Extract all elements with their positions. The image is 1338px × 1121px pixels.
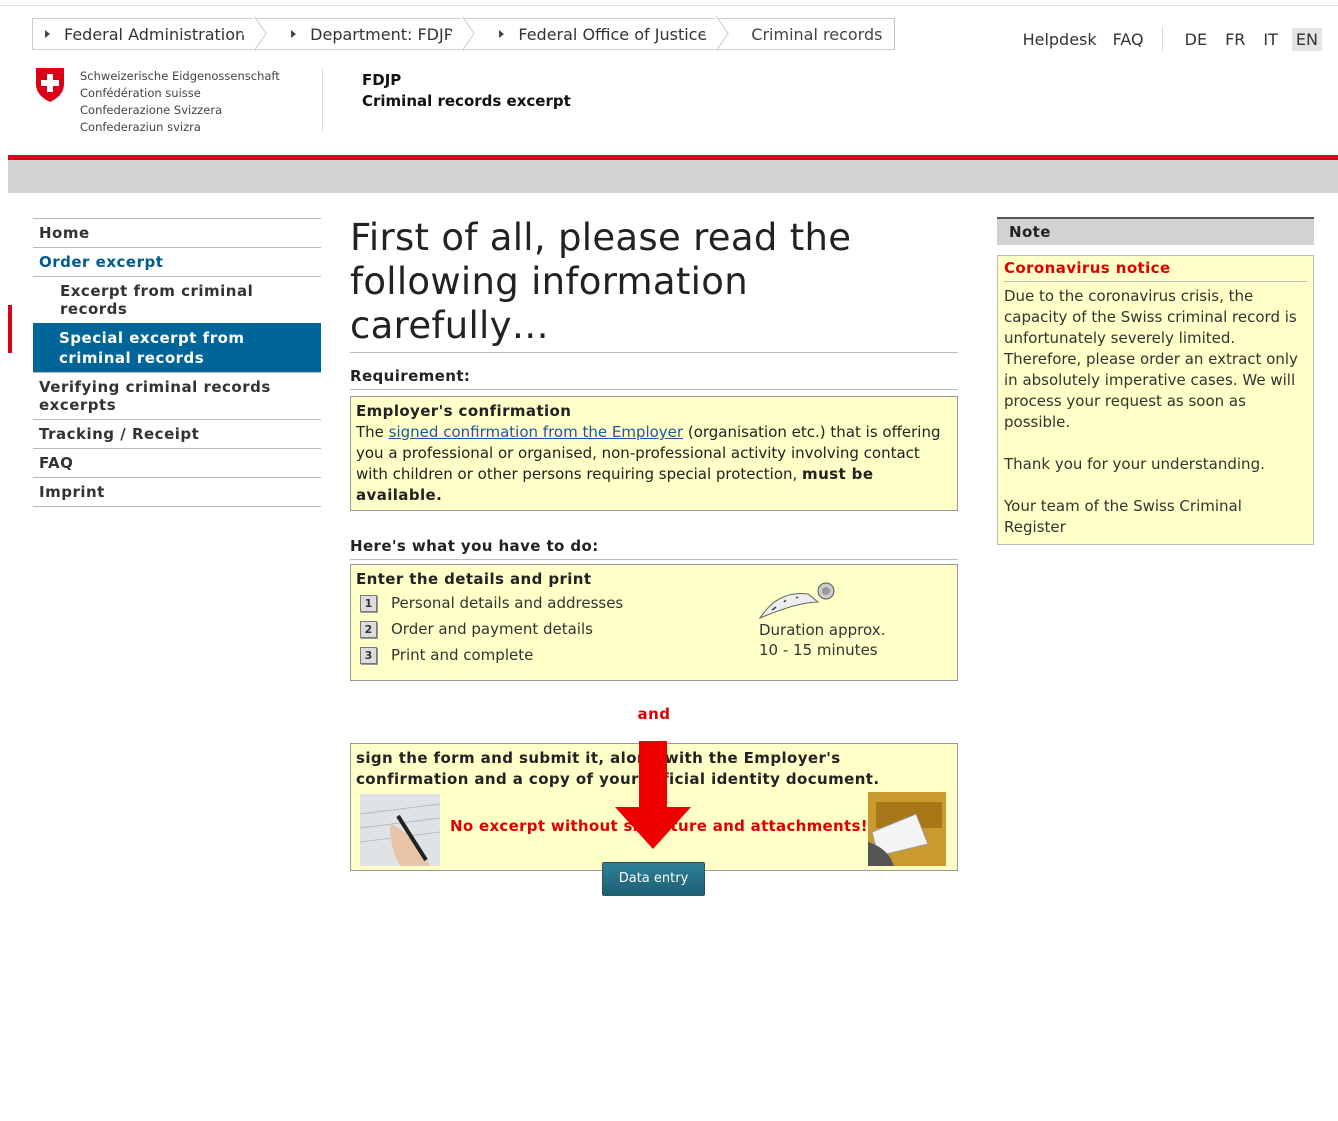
helpdesk-link[interactable]: Helpdesk: [1023, 30, 1097, 49]
breadcrumb-label: Department: FDJP: [310, 24, 454, 44]
employer-confirmation-box: Employer's confirmation The signed confi…: [350, 396, 958, 511]
lang-de[interactable]: DE: [1181, 28, 1211, 51]
notice-thanks: Thank you for your understanding.: [1004, 455, 1265, 473]
breadcrumb-criminal-records[interactable]: Criminal records: [729, 19, 894, 49]
divider: [1161, 26, 1163, 52]
nav-verifying[interactable]: Verifying criminal records excerpts: [33, 372, 321, 419]
breadcrumb-label: Federal Administration: [64, 24, 246, 44]
details-box: Enter the details and print 1 Personal de…: [350, 564, 958, 681]
notice-signature: Your team of the Swiss Criminal Register: [1004, 497, 1242, 536]
site-title: Criminal records excerpt: [362, 92, 571, 110]
triangle-right-icon: [45, 30, 50, 38]
confederation-rm: Confederaziun svizra: [80, 120, 201, 134]
active-nav-marker: [8, 305, 12, 353]
confederation-de: Schweizerische Eidgenossenschaft: [80, 69, 280, 83]
step-label: Personal details and addresses: [391, 593, 624, 612]
step-number: 1: [360, 594, 377, 612]
employer-text: The signed confirmation from the Employe…: [356, 422, 952, 506]
department-abbr: FDJP: [362, 71, 402, 89]
confederation-fr: Confédération suisse: [80, 86, 201, 100]
faq-link[interactable]: FAQ: [1113, 30, 1144, 49]
nav-faq[interactable]: FAQ: [33, 448, 321, 477]
step-number: 3: [360, 646, 377, 664]
nav-tracking-receipt[interactable]: Tracking / Receipt: [33, 419, 321, 448]
duration-line1: Duration approx.: [759, 621, 886, 639]
left-navigation: Home Order excerpt Excerpt from criminal…: [33, 218, 321, 507]
step-label: Print and complete: [391, 645, 534, 664]
breadcrumb-label: Federal Office of Justice: [518, 24, 708, 44]
employer-text-pre: The: [356, 423, 389, 441]
mailbox-image: [868, 792, 946, 866]
confederation-names: Schweizerische Eidgenossenschaft Confédé…: [80, 68, 280, 136]
breadcrumb-department[interactable]: Department: FDJP: [267, 19, 475, 49]
step-label: Order and payment details: [391, 619, 593, 638]
breadcrumb-federal-office[interactable]: Federal Office of Justice: [475, 19, 729, 49]
nav-special-excerpt[interactable]: Special excerpt from criminal records: [33, 323, 321, 372]
steps-list: 1 Personal details and addresses 2 Order a…: [356, 582, 952, 676]
header-divider: [322, 68, 323, 132]
coronavirus-notice: Coronavirus notice Due to the coronaviru…: [997, 255, 1314, 545]
data-entry-button[interactable]: Data entry: [602, 862, 705, 896]
nav-imprint[interactable]: Imprint: [33, 477, 321, 507]
top-links: Helpdesk FAQ DE FR IT EN: [1007, 26, 1322, 52]
notice-paragraph: Due to the coronavirus crisis, the capac…: [1004, 287, 1298, 431]
page-title: First of all, please read the following …: [350, 216, 958, 353]
department-title: FDJP Criminal records excerpt: [362, 70, 571, 112]
breadcrumb-label: Criminal records: [751, 24, 883, 44]
stopwatch-icon: [758, 582, 835, 620]
lang-en[interactable]: EN: [1291, 27, 1322, 51]
nav-home[interactable]: Home: [33, 218, 321, 247]
signing-hand-image: [360, 794, 440, 866]
grey-header-bar: [8, 160, 1338, 193]
breadcrumb: Federal Administration Department: FDJP …: [32, 18, 896, 50]
employer-title: Employer's confirmation: [356, 402, 572, 420]
employer-confirmation-link[interactable]: signed confirmation from the Employer: [389, 423, 683, 441]
step-item: 1 Personal details and addresses: [356, 590, 952, 616]
triangle-right-icon: [291, 30, 297, 38]
confederation-it: Confederazione Svizzera: [80, 103, 223, 117]
and-separator: and: [637, 705, 671, 723]
nav-excerpt-criminal-records[interactable]: Excerpt from criminal records: [33, 276, 321, 323]
triangle-right-icon: [499, 30, 505, 38]
duration-line2: 10 - 15 minutes: [759, 641, 878, 659]
notice-title: Coronavirus notice: [1004, 258, 1307, 282]
swiss-coat-of-arms-logo[interactable]: [34, 67, 66, 103]
lang-it[interactable]: IT: [1259, 28, 1282, 51]
lang-fr[interactable]: FR: [1221, 28, 1249, 51]
duration-text: Duration approx. 10 - 15 minutes: [759, 620, 885, 660]
top-border: [0, 0, 1338, 6]
todo-title: Here's what you have to do:: [350, 531, 958, 560]
note-panel: Note Coronavirus notice Due to the coron…: [997, 217, 1314, 545]
breadcrumb-federal-administration[interactable]: Federal Administration: [33, 19, 267, 49]
arrow-down-icon: [615, 741, 691, 849]
requirement-title: Requirement:: [350, 361, 958, 390]
details-title: Enter the details and print: [356, 570, 592, 588]
step-number: 2: [360, 620, 377, 638]
note-header: Note: [997, 217, 1314, 245]
nav-order-excerpt[interactable]: Order excerpt: [33, 247, 321, 276]
